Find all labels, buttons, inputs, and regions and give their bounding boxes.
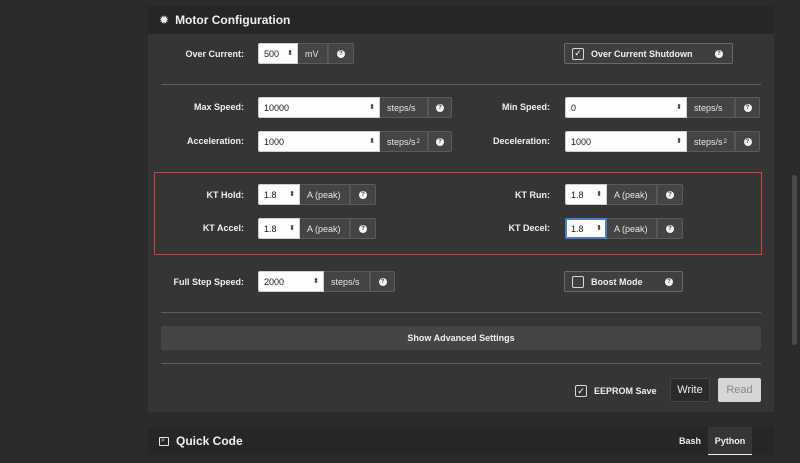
- terminal-icon: >: [159, 436, 169, 446]
- over-current-shutdown-toggle[interactable]: ✓ Over Current Shutdown ?: [564, 43, 733, 64]
- tab-bash[interactable]: Bash: [672, 427, 708, 455]
- kt-hold-input[interactable]: 1.8 ⬍: [258, 184, 300, 205]
- over-current-group: 500 ⬍ mV ?: [258, 43, 354, 64]
- deceleration-help-button[interactable]: ?: [735, 131, 760, 152]
- deceleration-unit: steps/s 2: [687, 131, 735, 152]
- spinner-icon[interactable]: ⬍: [289, 191, 295, 198]
- acceleration-label: Acceleration:: [186, 136, 244, 146]
- full-step-speed-input[interactable]: 2000 ⬍: [258, 271, 324, 292]
- spinner-icon[interactable]: ⬍: [313, 278, 319, 285]
- kt-run-label: KT Run:: [515, 190, 550, 200]
- help-icon: ?: [436, 137, 444, 146]
- deceleration-input[interactable]: 1000 ⬍: [565, 131, 687, 152]
- help-icon: ?: [666, 190, 674, 199]
- kt-hold-unit: A (peak): [300, 184, 350, 205]
- help-icon: ?: [743, 103, 752, 112]
- spinner-icon[interactable]: ⬍: [596, 191, 602, 198]
- min-speed-group: 0 ⬍ steps/s ?: [565, 97, 760, 118]
- spinner-icon[interactable]: ⬍: [369, 104, 375, 111]
- help-icon: ?: [359, 190, 367, 199]
- tab-python[interactable]: Python: [708, 427, 752, 455]
- divider: [161, 363, 761, 364]
- help-icon[interactable]: ?: [715, 50, 723, 58]
- help-icon: ?: [359, 224, 367, 233]
- kt-hold-group: 1.8 ⬍ A (peak) ?: [258, 184, 376, 205]
- full-step-speed-group: 2000 ⬍ steps/s ?: [258, 271, 395, 292]
- acceleration-input[interactable]: 1000 ⬍: [258, 131, 380, 152]
- over-current-unit: mV: [298, 43, 328, 64]
- write-button[interactable]: Write: [670, 378, 710, 402]
- over-current-input[interactable]: 500 ⬍: [258, 43, 298, 64]
- quick-code-header: > Quick Code Bash Python: [148, 427, 774, 455]
- max-speed-help-button[interactable]: ?: [428, 97, 452, 118]
- kt-run-group: 1.8 ⬍ A (peak) ?: [565, 184, 683, 205]
- deceleration-label: Deceleration:: [492, 136, 550, 146]
- min-speed-input[interactable]: 0 ⬍: [565, 97, 687, 118]
- divider: [161, 84, 761, 85]
- kt-run-input[interactable]: 1.8 ⬍: [565, 184, 607, 205]
- min-speed-unit: steps/s: [687, 97, 735, 118]
- kt-decel-label: KT Decel:: [508, 223, 550, 233]
- spinner-icon[interactable]: ⬍: [369, 138, 375, 145]
- over-current-label: Over Current:: [185, 49, 244, 59]
- panel-title: Motor Configuration: [175, 13, 291, 27]
- spinner-icon[interactable]: ⬍: [289, 225, 295, 232]
- full-step-speed-help-button[interactable]: ?: [370, 271, 395, 292]
- kt-hold-help-button[interactable]: ?: [350, 184, 376, 205]
- kt-accel-group: 1.8 ⬍ A (peak) ?: [258, 218, 376, 239]
- help-icon: ?: [337, 49, 345, 58]
- kt-decel-help-button[interactable]: ?: [657, 218, 683, 239]
- acceleration-group: 1000 ⬍ steps/s 2 ?: [258, 131, 452, 152]
- kt-decel-input[interactable]: 1.8 ⬍: [565, 218, 607, 239]
- spinner-icon[interactable]: ⬍: [596, 225, 602, 232]
- max-speed-unit: steps/s: [380, 97, 428, 118]
- quick-code-title: Quick Code: [176, 434, 243, 448]
- full-step-speed-unit: steps/s: [324, 271, 370, 292]
- full-step-speed-label: Full Step Speed:: [173, 277, 244, 287]
- spinner-icon[interactable]: ⬍: [287, 50, 293, 57]
- help-icon: ?: [378, 277, 387, 286]
- help-icon: ?: [666, 224, 674, 233]
- spinner-icon[interactable]: ⬍: [676, 104, 682, 111]
- deceleration-group: 1000 ⬍ steps/s 2 ?: [565, 131, 760, 152]
- check-icon: ✓: [575, 385, 587, 397]
- acceleration-help-button[interactable]: ?: [428, 131, 452, 152]
- kt-run-help-button[interactable]: ?: [657, 184, 683, 205]
- help-icon: ?: [743, 137, 752, 146]
- kt-run-unit: A (peak): [607, 184, 657, 205]
- read-button[interactable]: Read: [718, 378, 761, 402]
- kt-hold-label: KT Hold:: [206, 190, 245, 200]
- help-icon: ?: [436, 103, 444, 112]
- acceleration-unit: steps/s 2: [380, 131, 428, 152]
- over-current-help-button[interactable]: ?: [328, 43, 354, 64]
- check-icon: ✓: [572, 47, 584, 60]
- kt-accel-label: KT Accel:: [202, 223, 244, 233]
- checkbox-icon: [572, 275, 584, 288]
- min-speed-help-button[interactable]: ?: [735, 97, 760, 118]
- show-advanced-settings-button[interactable]: Show Advanced Settings: [161, 326, 761, 350]
- kt-accel-unit: A (peak): [300, 218, 350, 239]
- kt-decel-unit: A (peak): [607, 218, 657, 239]
- boost-mode-toggle[interactable]: Boost Mode ?: [564, 271, 683, 292]
- max-speed-input[interactable]: 10000 ⬍: [258, 97, 380, 118]
- divider: [161, 312, 761, 313]
- eeprom-save-checkbox[interactable]: ✓ EEPROM Save: [575, 384, 657, 398]
- gear-icon: ✹: [159, 13, 170, 27]
- max-speed-label: Max Speed:: [193, 102, 244, 112]
- kt-decel-group: 1.8 ⬍ A (peak) ?: [565, 218, 683, 239]
- motor-configuration-header: ✹ Motor Configuration: [148, 6, 774, 34]
- help-icon[interactable]: ?: [665, 278, 673, 286]
- min-speed-label: Min Speed:: [501, 102, 550, 112]
- spinner-icon[interactable]: ⬍: [676, 138, 682, 145]
- kt-accel-help-button[interactable]: ?: [350, 218, 376, 239]
- scrollbar[interactable]: [792, 175, 797, 345]
- max-speed-group: 10000 ⬍ steps/s ?: [258, 97, 452, 118]
- kt-accel-input[interactable]: 1.8 ⬍: [258, 218, 300, 239]
